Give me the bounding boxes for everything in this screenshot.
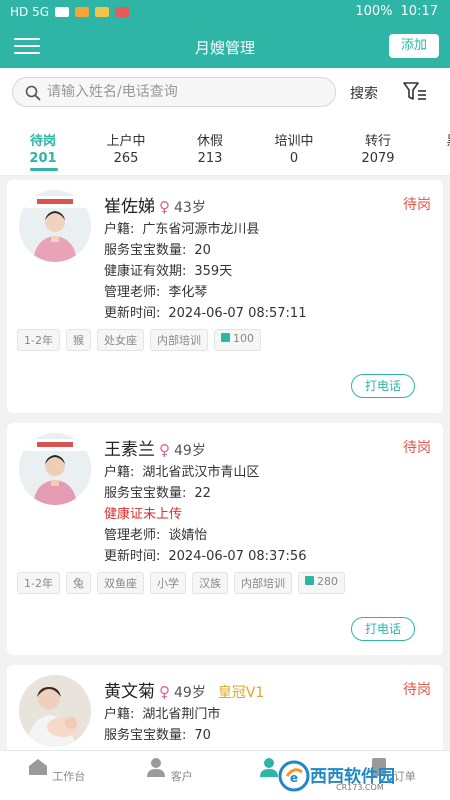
crown-level-badge: 皇冠V1 <box>217 685 265 701</box>
list-item[interactable]: 崔佐娣 ♀ 43岁 待岗 户籍: 广东省河源市龙川县 服务宝宝数量: 20 健康证有… <box>7 180 443 413</box>
updated-row: 更新时间: 2024-06-07 08:57:11 <box>104 306 307 321</box>
search-row: 搜索 <box>0 68 450 118</box>
tag: 内部培训 <box>149 329 208 351</box>
baby-count-row: 服务宝宝数量: 22 <box>104 486 211 501</box>
add-button[interactable]: 添加 <box>389 34 439 58</box>
app-header: 月嫂管理 添加 <box>0 24 450 68</box>
nanny-name: 崔佐娣 <box>104 197 155 217</box>
nav-workbench[interactable]: 工作台 <box>26 757 86 784</box>
avatar <box>19 190 91 262</box>
status-bar: HD 5G 100% 10:17 <box>0 0 450 24</box>
call-button[interactable]: 打电话 <box>351 374 415 398</box>
battery-level: 100% <box>355 4 393 19</box>
status-tabs: 待岗 201 上户中 265 休假 213 培训中 0 转行 2079 黑 <box>0 118 450 176</box>
nanny-age: 49岁 <box>174 443 206 459</box>
avatar <box>19 433 91 505</box>
tag: 1-2年 <box>17 572 60 594</box>
name-row: 王素兰 ♀ 49岁 <box>104 435 206 460</box>
tag-list: 1-2年 猴 处女座 内部培训 100 <box>17 329 261 351</box>
tab-training[interactable]: 培训中 0 <box>266 130 322 166</box>
call-button[interactable]: 打电话 <box>351 617 415 641</box>
tag: 双鱼座 <box>96 572 144 594</box>
updated-row: 更新时间: 2024-06-07 08:37:56 <box>104 549 307 564</box>
hometown-row: 户籍: 湖北省荆门市 <box>104 707 221 722</box>
status-badge: 待岗 <box>403 440 431 456</box>
svg-text:e: e <box>290 771 298 785</box>
filter-icon[interactable] <box>403 81 427 103</box>
gift-points: 280 <box>297 572 345 594</box>
baby-count-row: 服务宝宝数量: 70 <box>104 728 211 743</box>
nanny-age: 49岁 <box>174 685 206 701</box>
tag: 汉族 <box>191 572 228 594</box>
hometown-row: 户籍: 湖北省武汉市青山区 <box>104 465 260 480</box>
nanny-list: 崔佐娣 ♀ 43岁 待岗 户籍: 广东省河源市龙川县 服务宝宝数量: 20 健康证有… <box>0 176 450 750</box>
female-icon: ♀ <box>159 441 170 459</box>
tab-waiting[interactable]: 待岗 201 <box>22 130 64 166</box>
search-input[interactable] <box>47 78 327 106</box>
baby-count-row: 服务宝宝数量: 20 <box>104 243 211 258</box>
tag: 1-2年 <box>17 329 60 351</box>
gift-icon <box>304 576 314 585</box>
status-badge: 待岗 <box>403 197 431 213</box>
tag: 内部培训 <box>233 572 292 594</box>
page-title: 月嫂管理 <box>194 39 255 57</box>
tab-career-change[interactable]: 转行 2079 <box>354 130 402 166</box>
avatar <box>19 675 91 747</box>
tag: 处女座 <box>96 329 144 351</box>
hometown-row: 户籍: 广东省河源市龙川县 <box>104 222 260 237</box>
tag: 兔 <box>65 572 91 594</box>
manager-row: 管理老师: 李化琴 <box>104 285 208 300</box>
tab-vacation[interactable]: 休假 213 <box>188 130 232 166</box>
gift-points: 100 <box>213 329 261 351</box>
female-icon: ♀ <box>159 683 170 701</box>
list-item[interactable]: 黄文菊 ♀ 49岁 皇冠V1 待岗 户籍: 湖北省荆门市 服务宝宝数量: 70 <box>7 665 443 750</box>
notification-icon <box>55 7 70 17</box>
active-tab-indicator <box>30 168 58 171</box>
user-icon <box>147 758 166 777</box>
network-indicator: HD 5G <box>10 5 50 19</box>
nav-customers[interactable]: 客户 <box>139 757 199 784</box>
manager-row: 管理老师: 谈婧怡 <box>104 528 208 543</box>
name-row: 黄文菊 ♀ 49岁 皇冠V1 <box>104 677 264 702</box>
home-icon <box>28 759 47 775</box>
search-button[interactable]: 搜索 <box>350 83 378 103</box>
nanny-age: 43岁 <box>174 200 206 216</box>
name-row: 崔佐娣 ♀ 43岁 <box>104 192 206 217</box>
status-badge: 待岗 <box>403 682 431 698</box>
tab-blacklist[interactable]: 黑 <box>438 130 450 149</box>
nanny-name: 王素兰 <box>104 440 155 460</box>
gift-icon <box>220 333 230 342</box>
clock: 10:17 <box>400 4 438 19</box>
search-box <box>12 77 336 107</box>
watermark-logo-icon: e <box>278 760 310 792</box>
tag: 小学 <box>149 572 186 594</box>
search-icon <box>25 85 41 101</box>
site-watermark: e 西西软件园 CR173.COM <box>274 756 444 798</box>
tag: 猴 <box>65 329 91 351</box>
health-cert-missing: 健康证未上传 <box>104 507 183 522</box>
notification-icon <box>75 7 90 17</box>
tab-in-service[interactable]: 上户中 265 <box>98 130 154 166</box>
female-icon: ♀ <box>159 198 170 216</box>
tag-list: 1-2年 兔 双鱼座 小学 汉族 内部培训 280 <box>17 572 345 594</box>
notification-icon <box>115 7 130 17</box>
health-cert-row: 健康证有效期: 359天 <box>104 264 233 279</box>
list-item[interactable]: 王素兰 ♀ 49岁 待岗 户籍: 湖北省武汉市青山区 服务宝宝数量: 22 健康证未… <box>7 423 443 655</box>
notification-icon <box>95 7 110 17</box>
nanny-name: 黄文菊 <box>104 682 155 702</box>
